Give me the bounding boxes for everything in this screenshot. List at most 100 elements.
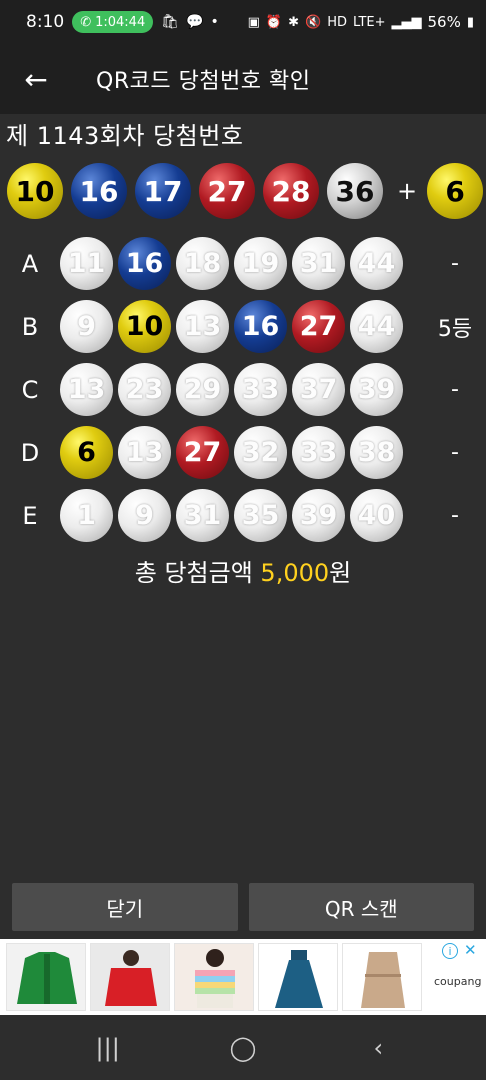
ball-number: 16: [241, 311, 280, 342]
ball-number: 17: [143, 174, 183, 208]
game-balls: 6 13 27 32 33 38: [60, 426, 408, 479]
lotto-ball: 13: [118, 426, 171, 479]
back-nav-icon[interactable]: ‹: [348, 1034, 408, 1062]
ball-number: 36: [335, 174, 375, 208]
lotto-ball: 44: [350, 237, 403, 290]
ball-number: 38: [357, 437, 396, 468]
ad-product-image[interactable]: [174, 943, 254, 1011]
game-label: A: [21, 249, 39, 278]
lotto-ball: 17: [135, 163, 191, 219]
total-prize-amount: 5,000: [260, 559, 330, 587]
call-indicator[interactable]: ✆ 1:04:44: [72, 11, 154, 33]
ball-number: 13: [67, 374, 106, 405]
game-label: C: [21, 375, 39, 404]
page-title: QR코드 당첨번호 확인: [96, 69, 311, 94]
game-balls: 1 9 31 35 39 40: [60, 489, 408, 542]
game-row: C 13 23 29 33 37 39 -: [0, 358, 486, 421]
ball-number: 27: [207, 174, 247, 208]
qr-scan-button[interactable]: QR 스캔: [248, 883, 474, 931]
ball-number: 1: [77, 500, 96, 531]
game-list: A 11 16 18 19 31 44- B 9 10 13 16 27 44 5등 C 13 23 29 33 37 3…: [0, 232, 486, 547]
lotto-ball: 38: [350, 426, 403, 479]
battery-icon: ▮: [466, 14, 474, 30]
game-row: D 6 13 27 32 33 38 -: [0, 421, 486, 484]
back-button[interactable]: ←: [0, 44, 72, 114]
bonus-plus-sign: +: [397, 177, 418, 205]
lotto-ball: 9: [118, 489, 171, 542]
game-result: -: [451, 503, 459, 528]
ad-product-image[interactable]: [342, 943, 422, 1011]
recents-icon[interactable]: |||: [78, 1034, 138, 1062]
lotto-ball: 36: [327, 163, 383, 219]
total-prize-unit: 원: [329, 559, 352, 587]
shopping-bag-icon: 🛍: [161, 14, 179, 30]
lotto-ball: 27: [176, 426, 229, 479]
phone-icon: ✆: [80, 14, 92, 30]
lotto-ball: 32: [234, 426, 287, 479]
total-prize-label: 총 당첨금액: [134, 559, 261, 587]
lotto-ball: 33: [292, 426, 345, 479]
ball-number: 33: [241, 374, 280, 405]
notification-icons: 🛍 💬 •: [161, 14, 218, 30]
ball-number: 10: [125, 311, 164, 342]
ball-number: 35: [241, 500, 280, 531]
bluetooth-icon: ✱: [288, 14, 300, 30]
lotto-ball: 13: [176, 300, 229, 353]
ball-number: 33: [299, 437, 338, 468]
ball-number: 9: [135, 500, 154, 531]
winning-numbers: 10 16 17 27 28 36 +6: [7, 162, 486, 220]
green-cardigan-image: [7, 944, 85, 1010]
ad-product-image[interactable]: [90, 943, 170, 1011]
blue-skirt-image: [259, 944, 337, 1010]
ball-number: 37: [299, 374, 338, 405]
chat-icon: 💬: [186, 14, 204, 30]
game-label: B: [21, 312, 39, 341]
status-bar: 8:10 ✆ 1:04:44 🛍 💬 • ▣ ⏰ ✱ 🔇 HD LTE+ ▂▄▆…: [0, 0, 486, 44]
lotto-ball: 27: [292, 300, 345, 353]
lotto-ball: 23: [118, 363, 171, 416]
app-bar: ← QR코드 당첨번호 확인: [0, 44, 486, 114]
lotto-ball: 40: [350, 489, 403, 542]
game-row: B 9 10 13 16 27 44 5등: [0, 295, 486, 358]
mute-icon: 🔇: [305, 14, 322, 30]
game-balls: 11 16 18 19 31 44: [60, 237, 408, 290]
game-label: D: [20, 438, 40, 467]
ball-number: 31: [183, 500, 222, 531]
lotto-ball: 6: [60, 426, 113, 479]
screenshot-icon: ▣: [247, 14, 260, 30]
ad-product-image[interactable]: [258, 943, 338, 1011]
trench-coat-image: [343, 944, 421, 1010]
ad-banner[interactable]: i ✕ coupang: [0, 939, 486, 1015]
red-sweater-image: [91, 944, 169, 1010]
game-row: E 1 9 31 35 39 40 -: [0, 484, 486, 547]
ball-number: 6: [445, 174, 465, 208]
lotto-ball: 33: [234, 363, 287, 416]
lotto-ball: 1: [60, 489, 113, 542]
battery-level: 56%: [427, 13, 461, 31]
ad-product-image[interactable]: [6, 943, 86, 1011]
ball-number: 13: [183, 311, 222, 342]
game-result: -: [451, 440, 459, 465]
system-nav-bar: ||| ◯ ‹: [0, 1015, 486, 1080]
lotto-ball: 31: [176, 489, 229, 542]
close-button[interactable]: 닫기: [12, 883, 238, 931]
lotto-ball: 31: [292, 237, 345, 290]
close-icon[interactable]: ✕: [464, 941, 477, 959]
lotto-ball: 39: [350, 363, 403, 416]
status-time: 8:10: [26, 12, 65, 32]
hd-icon: HD: [327, 14, 347, 30]
game-result: -: [451, 251, 459, 276]
ball-number: 39: [299, 500, 338, 531]
ball-number: 44: [357, 311, 396, 342]
lotto-ball: 29: [176, 363, 229, 416]
ball-number: 27: [183, 437, 222, 468]
info-icon[interactable]: i: [442, 943, 458, 959]
total-prize: 총 당첨금액 5,000원: [0, 553, 486, 588]
ball-number: 10: [15, 174, 55, 208]
signal-icon: ▂▄▆: [391, 14, 422, 30]
ball-number: 31: [299, 248, 338, 279]
lotto-ball: 11: [60, 237, 113, 290]
home-icon[interactable]: ◯: [213, 1034, 273, 1062]
ball-number: 29: [183, 374, 222, 405]
draw-round-title: 제 1143회차 당첨번호: [6, 122, 244, 150]
